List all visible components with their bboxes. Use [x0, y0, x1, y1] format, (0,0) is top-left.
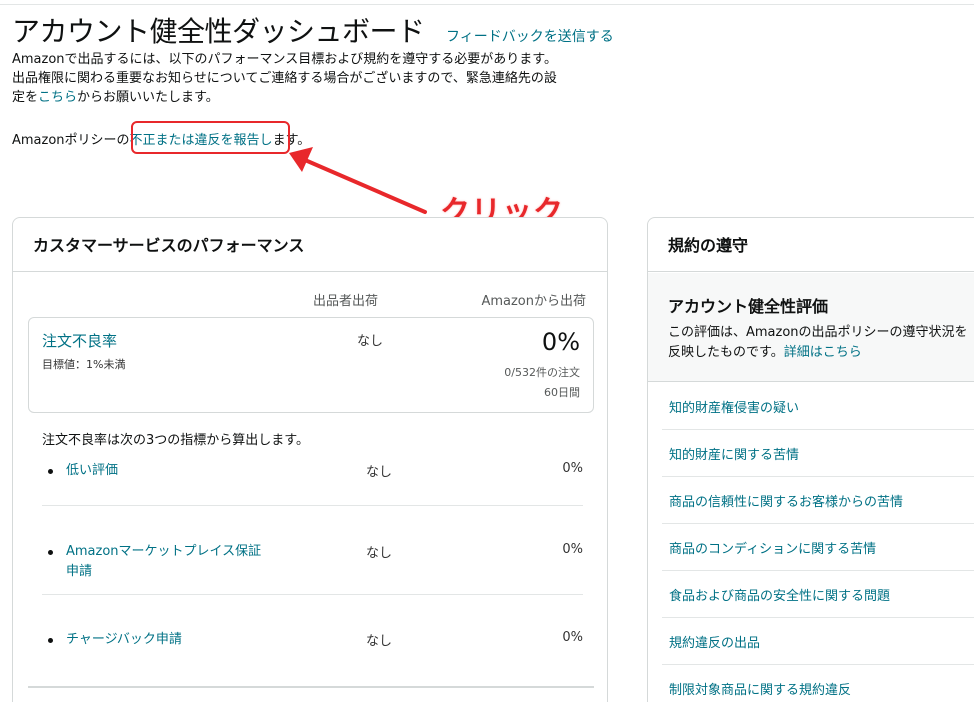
list-item: Amazonマーケットプレイス保証申請 なし 0%	[42, 506, 583, 595]
a-to-z-claims-link[interactable]: Amazonマーケットプレイス保証申請	[66, 542, 266, 582]
list-item: 知的財産権侵害の疑い	[662, 383, 974, 430]
sub-metric-amazon-value: 0%	[562, 461, 583, 476]
account-health-rating-title: アカウント健全性評価	[668, 297, 829, 316]
annotation-highlight-box	[131, 121, 290, 154]
intro-line-3: 定をこちらからお願いいたします。	[12, 88, 612, 107]
odr-target: 目標値：1%未満	[42, 358, 126, 371]
emergency-contact-link[interactable]: こちら	[38, 90, 77, 105]
account-health-rating-section: アカウント健全性評価 この評価は、Amazonの出品ポリシーの遵守状況を反映した…	[648, 273, 974, 382]
policy-compliance-title: 規約の遵守	[648, 218, 974, 272]
ip-complaints-link[interactable]: 知的財産に関する苦情	[669, 448, 799, 463]
card-divider	[28, 686, 594, 688]
odr-title-link[interactable]: 注文不良率	[42, 330, 117, 351]
feedback-link[interactable]: フィードバックを送信する	[446, 26, 614, 46]
ip-suspected-infringement-link[interactable]: 知的財産権侵害の疑い	[669, 401, 799, 416]
list-item: 制限対象商品に関する規約違反	[662, 665, 974, 702]
list-item: 食品および商品の安全性に関する問題	[662, 571, 974, 618]
intro-line-2: 出品権限に関わる重要なお知らせについてご連絡する場合がございますので、緊急連絡先…	[12, 71, 557, 86]
policy-prefix: Amazonポリシーの	[12, 133, 130, 148]
list-item: 商品のコンディションに関する苦情	[662, 524, 974, 571]
chargeback-claims-link[interactable]: チャージバック申請	[66, 630, 266, 650]
sub-metric-seller-value: なし	[366, 546, 393, 561]
sub-metric-seller-value: なし	[366, 465, 393, 480]
intro-text: Amazonで出品するには、以下のパフォーマンス目標および規約を遵守する必要があ…	[12, 50, 612, 107]
condition-complaints-link[interactable]: 商品のコンディションに関する苦情	[669, 542, 876, 557]
odr-calc-note: 注文不良率は次の3つの指標から算出します。	[42, 433, 309, 448]
bullet-icon	[48, 550, 53, 555]
bullet-icon	[48, 469, 53, 474]
food-safety-issues-link[interactable]: 食品および商品の安全性に関する問題	[669, 589, 890, 604]
customer-service-title: カスタマーサービスのパフォーマンス	[13, 218, 607, 272]
odr-amazon-value: 0%	[541, 328, 580, 356]
intro-line-1: Amazonで出品するには、以下のパフォーマンス目標および規約を遵守する必要があ…	[12, 52, 557, 67]
restricted-product-violations-link[interactable]: 制限対象商品に関する規約違反	[669, 683, 851, 698]
seller-fulfilled-header: 出品者出荷	[313, 294, 379, 309]
negative-feedback-link[interactable]: 低い評価	[66, 461, 266, 481]
list-item: 低い評価 なし 0%	[42, 453, 583, 506]
list-item: チャージバック申請 なし 0%	[42, 595, 583, 671]
list-item: 知的財産に関する苦情	[662, 430, 974, 477]
intro-line-3-suffix: からお願いいたします。	[77, 90, 219, 105]
rating-details-link[interactable]: 詳細はこちら	[784, 345, 862, 360]
odr-period: 60日間	[544, 386, 580, 399]
authenticity-complaints-link[interactable]: 商品の信頼性に関するお客様からの苦情	[669, 495, 903, 510]
listing-policy-violations-link[interactable]: 規約違反の出品	[669, 636, 760, 651]
amazon-fulfilled-header: Amazonから出荷	[481, 294, 586, 309]
customer-service-card: カスタマーサービスのパフォーマンス 出品者出荷 Amazonから出荷 注文不良率…	[12, 217, 608, 702]
policy-compliance-card: 規約の遵守 アカウント健全性評価 この評価は、Amazonの出品ポリシーの遵守状…	[647, 217, 974, 702]
list-item: 商品の信頼性に関するお客様からの苦情	[662, 477, 974, 524]
sub-metric-seller-value: なし	[366, 634, 393, 649]
intro-line-3-prefix: 定を	[12, 90, 39, 105]
top-divider	[0, 4, 974, 5]
bullet-icon	[48, 638, 53, 643]
sub-metric-amazon-value: 0%	[562, 542, 583, 557]
compliance-list: 知的財産権侵害の疑い 知的財産に関する苦情 商品の信頼性に関するお客様からの苦情…	[662, 383, 974, 702]
account-health-rating-desc: この評価は、Amazonの出品ポリシーの遵守状況を反映したものです。詳細はこちら	[668, 323, 974, 363]
page-title: アカウント健全性ダッシュボード	[12, 15, 425, 48]
odr-metric-box: 注文不良率 目標値：1%未満 なし 0% 0/532件の注文 60日間	[28, 317, 594, 413]
list-item: 規約違反の出品	[662, 618, 974, 665]
odr-seller-value: なし	[357, 334, 384, 349]
odr-orders: 0/532件の注文	[504, 366, 580, 379]
odr-sub-metrics: 低い評価 なし 0% Amazonマーケットプレイス保証申請 なし 0% チャー…	[42, 453, 583, 671]
sub-metric-amazon-value: 0%	[562, 630, 583, 645]
